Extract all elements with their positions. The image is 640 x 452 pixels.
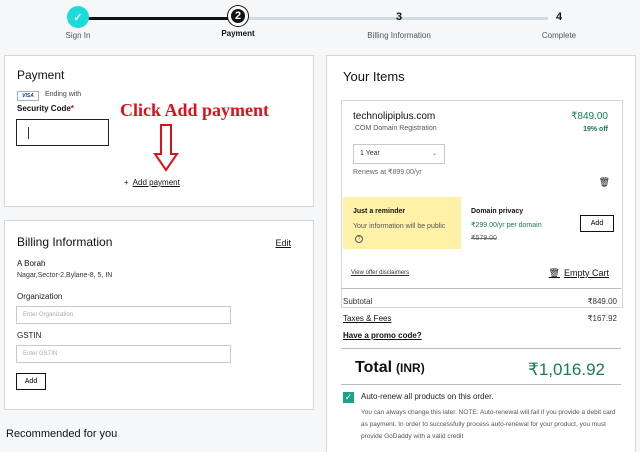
items-title: Your Items — [343, 69, 405, 84]
billing-name: A Borah — [17, 259, 46, 268]
taxes-value: ₹167.92 — [587, 314, 617, 323]
step-label: Payment — [221, 29, 255, 38]
organization-label: Organization — [17, 292, 63, 301]
product-price: ₹849.00 — [571, 111, 608, 122]
chevron-down-icon: ⌄ — [431, 151, 437, 157]
taxes-row: Taxes & Fees ₹167.92 — [343, 314, 617, 323]
add-billing-button[interactable]: Add — [16, 373, 46, 390]
privacy-price: ₹299.00/yr per domain — [471, 222, 542, 229]
billing-title: Billing Information — [17, 235, 113, 249]
step-number: 2 — [228, 6, 248, 26]
annotation-text: Click Add payment — [120, 100, 270, 120]
product-name: technolipiplus.com — [353, 111, 436, 122]
organization-input[interactable]: Enter Organization — [16, 306, 231, 324]
privacy-old-price: ₹579.00 — [471, 235, 497, 242]
security-code-label-text: Security Code — [17, 104, 71, 113]
reminder-body: Your information will be public ? — [353, 221, 453, 245]
privacy-reminder: Just a reminder Your information will be… — [343, 197, 461, 249]
gstin-label: GSTIN — [17, 331, 42, 340]
trash-icon: 🗑 — [548, 268, 560, 278]
step-billing-information: 3 Billing Information — [339, 0, 459, 40]
security-code-label: Security Code* — [17, 104, 74, 113]
total-label: Total (INR) — [355, 359, 425, 377]
autorenew-checkbox[interactable]: ✓ — [343, 392, 354, 403]
plus-icon: + — [124, 178, 129, 187]
reminder-title: Just a reminder — [353, 208, 406, 215]
divider — [341, 348, 621, 349]
step-number: 3 — [395, 11, 403, 23]
term-selected: 1 Year — [360, 150, 380, 157]
step-payment: 2 Payment — [178, 0, 298, 38]
promo-code-link[interactable]: Have a promo code? — [343, 331, 422, 340]
product-discount: 19% off — [583, 126, 608, 133]
add-payment-link[interactable]: + Add payment — [124, 178, 180, 187]
add-privacy-button[interactable]: Add — [580, 215, 614, 232]
checkout-stepper: ✓ Sign In 2 Payment 3 Billing Informatio… — [0, 0, 640, 46]
edit-billing-link[interactable]: Edit — [275, 238, 291, 248]
step-label: Billing Information — [367, 31, 431, 40]
checkmark-icon: ✓ — [67, 6, 89, 28]
view-disclaimers-link[interactable]: View offer disclaimers — [351, 270, 409, 276]
step-sign-in: ✓ Sign In — [18, 0, 138, 40]
gstin-input[interactable]: Enter GSTIN — [16, 345, 231, 363]
card-ending-text: Ending with — [45, 91, 82, 98]
step-label: Complete — [541, 31, 577, 40]
recommended-title: Recommended for you — [6, 428, 118, 440]
add-payment-label: Add payment — [132, 178, 180, 187]
payment-title: Payment — [17, 68, 65, 82]
help-icon[interactable]: ? — [355, 235, 363, 243]
empty-cart-link[interactable]: 🗑 Empty Cart — [549, 268, 609, 279]
privacy-title: Domain privacy — [471, 208, 524, 215]
billing-section: Billing Information Edit A Borah Nagar,S… — [4, 220, 314, 410]
annotation-arrow-icon — [153, 124, 179, 172]
step-complete: 4 Complete — [499, 0, 619, 40]
total-value: ₹1,016.92 — [528, 360, 605, 379]
step-number: 4 — [555, 11, 563, 23]
term-select[interactable]: 1 Year ⌄ — [353, 144, 445, 164]
divider — [341, 384, 621, 385]
your-items-section: Your Items technolipiplus.com ₹849.00 .C… — [326, 55, 636, 452]
total-currency: (INR) — [396, 361, 425, 375]
autorenew-note: You can always change this later. NOTE: … — [361, 409, 616, 440]
renewal-text: Renews at ₹899.00/yr — [353, 169, 422, 176]
billing-address: Nagar,Sector-2,Bylane-8, 5, IN — [17, 272, 113, 279]
required-mark: * — [70, 104, 74, 113]
subtotal-value: ₹849.00 — [587, 297, 617, 306]
security-code-input[interactable] — [16, 119, 109, 146]
subtotal-label: Subtotal — [343, 297, 373, 306]
visa-card-icon: VISA — [17, 91, 39, 101]
taxes-fees-link[interactable]: Taxes & Fees — [343, 314, 391, 323]
text-caret — [28, 127, 29, 139]
empty-cart-label: Empty Cart — [563, 268, 609, 278]
step-label: Sign In — [65, 31, 91, 40]
autorenew-label: Auto-renew all products on this order. — [361, 392, 494, 401]
reminder-text: Your information will be public — [353, 223, 446, 230]
domain-privacy-offer: Domain privacy ₹299.00/yr per domain ₹57… — [461, 197, 622, 249]
trash-icon[interactable]: 🗑 — [599, 177, 610, 188]
subtotal-row: Subtotal ₹849.00 — [343, 297, 617, 306]
total-label-text: Total — [355, 359, 393, 376]
payment-section: Payment VISA Ending with Security Code* … — [4, 55, 314, 207]
product-description: .COM Domain Registration — [353, 125, 437, 132]
divider — [341, 288, 621, 289]
